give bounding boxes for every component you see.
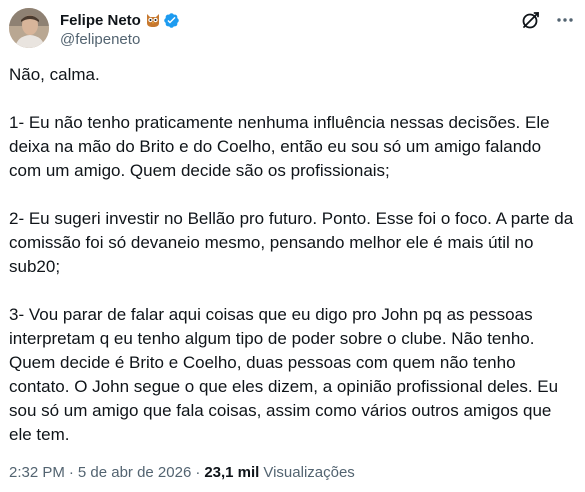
tweet-top-actions xyxy=(521,10,575,30)
views-count: 23,1 mil xyxy=(204,464,260,481)
author-display-name[interactable]: Felipe Neto xyxy=(60,12,141,29)
tweet-paragraph: 1- Eu não tenho praticamente nenhuma inf… xyxy=(9,113,555,180)
tweet-paragraph-spacer xyxy=(9,279,577,303)
meta-separator: · xyxy=(68,464,74,481)
tweet-paragraph: 2- Eu sugeri investir no Bellão pro futu… xyxy=(9,209,578,276)
author-name-row: Felipe Neto xyxy=(60,10,525,30)
avatar[interactable] xyxy=(9,8,49,48)
tweet-text: Não, calma. 1- Eu não tenho praticamente… xyxy=(9,63,577,447)
author-handle[interactable]: @felipeneto xyxy=(60,31,525,51)
tweet-date[interactable]: 5 de abr de 2026 xyxy=(78,464,191,481)
tweet-paragraph-spacer xyxy=(9,183,577,207)
grok-icon[interactable] xyxy=(521,10,541,30)
more-icon[interactable] xyxy=(555,10,575,30)
tweet-time[interactable]: 2:32 PM xyxy=(9,464,65,481)
tweet-paragraph-spacer xyxy=(9,87,577,111)
owl-icon xyxy=(146,12,160,28)
author-block: Felipe Neto @felipeneto xyxy=(60,10,525,50)
meta-separator: · xyxy=(195,464,201,481)
tweet-paragraph: 3- Vou parar de falar aqui coisas que eu… xyxy=(9,305,563,444)
views-label: Visualizações xyxy=(263,464,355,481)
tweet-card: Felipe Neto @felipeneto Não, calma. 1- E… xyxy=(0,0,585,492)
tweet-paragraph: Não, calma. xyxy=(9,65,100,84)
tweet-meta: 2:32 PM · 5 de abr de 2026 · 23,1 mil Vi… xyxy=(9,464,355,481)
verified-badge-icon[interactable] xyxy=(163,12,180,29)
